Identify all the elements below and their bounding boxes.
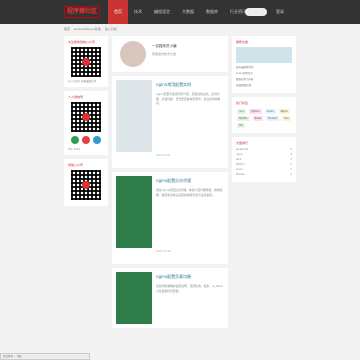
qr-caption: 扫一扫关注 获取最新技术 <box>68 80 97 83</box>
follow-panel: 关注我的微信公众号 扫一扫关注 获取最新技术 <box>64 36 108 87</box>
post-date: 2022-03-21 <box>156 154 171 157</box>
tag[interactable]: Redis <box>252 116 264 121</box>
ranking-row[interactable]: Linux 2 <box>236 168 292 171</box>
author-card: 一名程序员小编 整理发布技术文章 <box>112 36 228 72</box>
tag[interactable]: Vue <box>282 116 291 121</box>
post-title[interactable]: nginx配置反向代理 <box>156 178 191 184</box>
crumb-current: 深入分析 <box>104 27 117 31</box>
right-sidebar: 推荐文章 服务器配置优化 Linux常用命令 数据库索引分析 容器部署实践 热门… <box>232 36 296 186</box>
tag[interactable]: Docker <box>266 116 280 121</box>
recommended-panel: 推荐文章 服务器配置优化 Linux常用命令 数据库索引分析 容器部署实践 <box>232 36 296 93</box>
ranking-panel: 文章排行 JavaScript 5 nginx 4 Java 3 Python 3 Li… <box>232 137 296 182</box>
post-excerpt: 负载均衡策略的使用说明，包括轮询、权重、ip_hash 以及健康检查配置。 <box>156 284 223 293</box>
author-subtitle: 整理发布技术文章 <box>152 52 177 56</box>
contact-panel: 个人微信号 QQ: 1234 <box>64 91 108 155</box>
ranking-row[interactable]: Docker 2 <box>236 173 292 176</box>
nav-item-bigdata[interactable]: 大数据 <box>176 0 200 24</box>
follow-title: 关注我的微信公众号 <box>68 40 96 44</box>
tag[interactable]: Nginx <box>278 109 290 114</box>
recommended-item[interactable]: 数据库索引分析 <box>236 77 292 81</box>
recommended-title: 推荐文章 <box>236 40 249 44</box>
login-link[interactable]: 登录 <box>276 9 284 15</box>
personal-qr-code <box>71 102 101 132</box>
post-date: 2022-03-18 <box>156 250 171 253</box>
list-item[interactable]: nginx配置负载均衡 负载均衡策略的使用说明，包括轮询、权重、ip_hash … <box>112 268 228 328</box>
nav-home[interactable]: 首页 <box>108 0 128 24</box>
wechat-icon[interactable] <box>71 136 79 144</box>
tag[interactable]: Git <box>237 123 245 128</box>
post-thumbnail[interactable] <box>116 80 152 152</box>
main-content: 一名程序员小编 整理发布技术文章 nginx常用配置实例 nginx配置与使用示… <box>112 36 228 332</box>
post-thumbnail[interactable] <box>116 176 152 248</box>
nav-item-db[interactable]: 数据库 <box>200 0 224 24</box>
nav-item-lang[interactable]: 编程语言 <box>148 0 176 24</box>
recommended-item[interactable]: Linux常用命令 <box>236 71 292 75</box>
tags-title: 热门标签 <box>236 101 249 105</box>
post-thumbnail[interactable] <box>116 272 152 324</box>
crumb-home[interactable]: 首页 <box>64 27 70 33</box>
ranking-row[interactable]: JavaScript 5 <box>236 148 292 151</box>
official-qr-code <box>71 170 101 200</box>
contact-title: 个人微信号 <box>68 95 84 99</box>
top-navigation-bar: 程序猿社区 首页 技术 编程语言 大数据 数据库 行业资讯 其他 登录 <box>0 0 360 24</box>
recommended-item[interactable]: 服务器配置优化 <box>236 65 292 69</box>
left-sidebar: 关注我的微信公众号 扫一扫关注 获取最新技术 个人微信号 QQ: 1234 微信… <box>64 36 108 210</box>
wx-panel: 微信公众号 <box>64 159 108 206</box>
list-item[interactable]: nginx配置反向代理 通过nginx实现反向代理，本篇介绍代理转发、跨域处理、… <box>112 172 228 264</box>
wx-title: 微信公众号 <box>68 163 84 167</box>
tag[interactable]: Python <box>249 109 262 114</box>
nav-item-tech[interactable]: 技术 <box>128 0 148 24</box>
breadcrumb: 首页 Android/Linux系统 深入分析 <box>64 27 117 33</box>
tags-panel: 热门标签 Java Python Linux Nginx MySQL Redis… <box>232 97 296 133</box>
wechat-qr-code <box>71 47 101 77</box>
crumb-category[interactable]: Android/Linux系统 <box>74 27 101 33</box>
tag[interactable]: MySQL <box>237 116 250 121</box>
post-excerpt: nginx配置与使用示例介绍，包括虚拟主机、反向代理、负载均衡、日志配置等常见场… <box>156 92 221 105</box>
ranking-title: 文章排行 <box>236 141 249 145</box>
avatar[interactable] <box>120 41 146 67</box>
ranking-row[interactable]: Python 3 <box>236 163 292 166</box>
qq-number: QQ: 1234 <box>68 148 80 151</box>
weibo-icon[interactable] <box>82 136 90 144</box>
browser-status-bar: 正在等待 ... 响应 <box>0 353 90 360</box>
post-title[interactable]: nginx常用配置实例 <box>156 82 191 88</box>
ranking-row[interactable]: Java 3 <box>236 158 292 161</box>
tag[interactable]: Java <box>237 109 247 114</box>
author-name[interactable]: 一名程序员小编 <box>152 44 177 49</box>
post-title[interactable]: nginx配置负载均衡 <box>156 274 191 280</box>
list-item[interactable]: nginx常用配置实例 nginx配置与使用示例介绍，包括虚拟主机、反向代理、负… <box>112 76 228 168</box>
recommended-image[interactable] <box>236 47 292 63</box>
qq-icon[interactable] <box>93 136 101 144</box>
recommended-item[interactable]: 容器部署实践 <box>236 83 292 87</box>
search-input[interactable] <box>245 8 267 16</box>
ranking-row[interactable]: nginx 4 <box>236 153 292 156</box>
tag[interactable]: Linux <box>264 109 276 114</box>
site-logo[interactable]: 程序猿社区 <box>64 6 100 18</box>
social-icons <box>68 136 104 144</box>
post-excerpt: 通过nginx实现反向代理，本篇介绍代理转发、跨域处理、缓存和请求头设置的常用方… <box>156 188 223 197</box>
